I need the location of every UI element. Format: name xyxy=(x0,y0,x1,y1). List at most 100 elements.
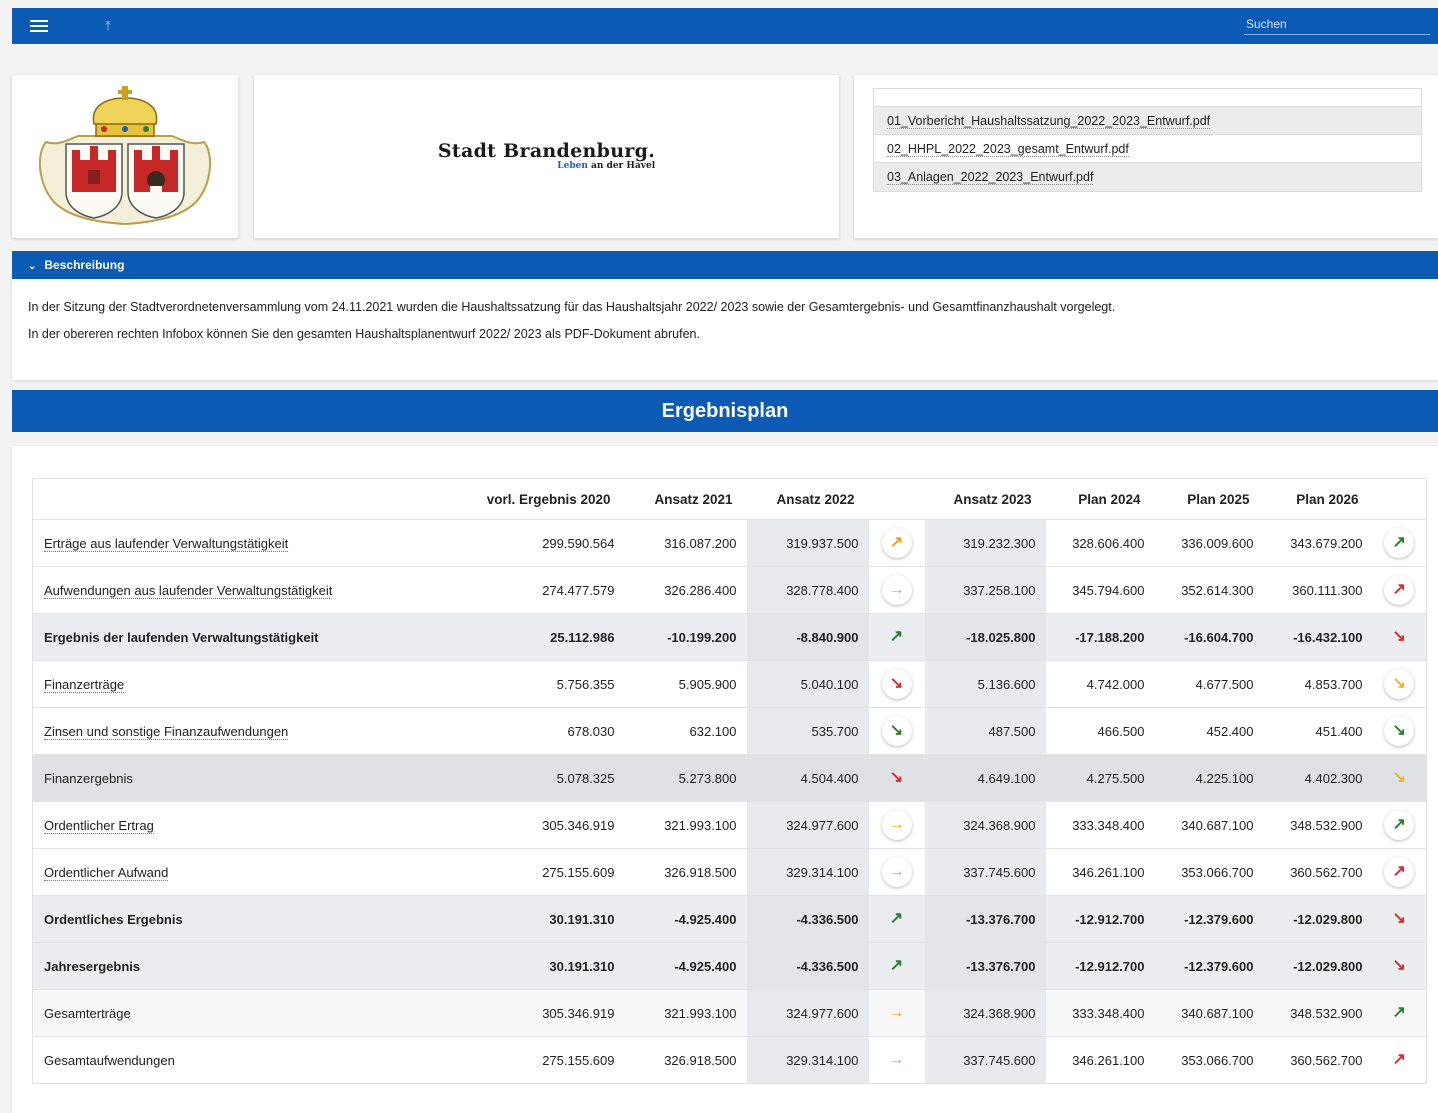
brand-tagline-highlight: Leben xyxy=(557,161,588,171)
trend-down-right-icon[interactable]: ↘ xyxy=(1384,716,1415,746)
trend-up-right-icon[interactable]: ↗ xyxy=(1384,528,1415,558)
trend-right-icon[interactable]: → xyxy=(881,857,912,887)
row-label[interactable]: Erträge aus laufender Verwaltungstätigke… xyxy=(33,520,413,567)
trend-up-right-icon[interactable]: ↗ xyxy=(1384,857,1415,887)
row-value: 348.532.900 xyxy=(1290,1005,1363,1021)
table-header-row: vorl. Ergebnis 2020 Ansatz 2021 Ansatz 2… xyxy=(33,479,1427,520)
row-value: 329.314.100 xyxy=(746,1036,869,1084)
coat-of-arms-card xyxy=(12,75,238,238)
trend-cell: → xyxy=(869,567,925,614)
chevron-down-icon: ⌄ xyxy=(28,261,37,272)
column-header-label xyxy=(33,479,413,520)
trend-down-right-icon[interactable]: ↘ xyxy=(881,669,912,699)
trend-right-icon: → xyxy=(888,1051,905,1068)
document-link[interactable]: 03_Anlagen_2022_2023_Entwurf.pdf xyxy=(874,163,1421,191)
table-row[interactable]: Finanzerträge 5.756.355 5.905.900 5.040.100… xyxy=(32,660,1427,708)
row-value: 274.477.579 xyxy=(542,582,615,598)
row-value: 346.261.100 xyxy=(1072,1052,1145,1068)
trend-up-right-icon[interactable]: ↗ xyxy=(1384,575,1415,605)
menu-icon[interactable] xyxy=(26,16,52,36)
trend-cell: ↗ xyxy=(869,614,925,661)
trend-cell: → xyxy=(869,990,925,1037)
row-value: 678.030 xyxy=(567,723,615,739)
row-value: -4.925.400 xyxy=(674,958,737,974)
row-label[interactable]: Aufwendungen aus laufender Verwaltungstä… xyxy=(33,567,413,614)
trend-cell: ↗ xyxy=(1373,520,1427,567)
top-app-bar: ⤒ xyxy=(12,8,1438,44)
row-value: 5.040.100 xyxy=(746,660,869,708)
row-value: 340.687.100 xyxy=(1181,1005,1254,1021)
city-brand-card: Stadt Brandenburg. Leben an der Havel xyxy=(254,75,839,238)
row-value: 348.532.900 xyxy=(1290,817,1363,833)
trend-cell: ↗ xyxy=(1373,567,1427,614)
row-label: Gesamterträge xyxy=(44,1005,131,1021)
row-value: 275.155.609 xyxy=(542,1052,615,1068)
trend-down-right-icon: ↘ xyxy=(889,769,904,786)
table-row[interactable]: Aufwendungen aus laufender Verwaltungstä… xyxy=(32,566,1427,614)
table-row[interactable]: Ordentlicher Ertrag 305.346.919 321.993.10… xyxy=(32,801,1427,849)
row-value: -13.376.700 xyxy=(924,942,1046,990)
row-value: 337.258.100 xyxy=(924,566,1046,614)
row-label[interactable]: Ordentlicher Ertrag xyxy=(33,802,413,849)
brand-tagline: Leben an der Havel xyxy=(438,162,655,171)
row-label[interactable]: Finanzerträge xyxy=(33,661,413,708)
row-value: 353.066.700 xyxy=(1181,864,1254,880)
row-label[interactable]: Zinsen und sonstige Finanzaufwendungen xyxy=(33,708,413,755)
row-value: -17.188.200 xyxy=(1075,629,1145,645)
documents-infobox: 01_Vorbericht_Haushaltssatzung_2022_2023… xyxy=(854,75,1438,238)
trend-cell: ↗ xyxy=(1373,1037,1427,1084)
trend-down-right-icon[interactable]: ↘ xyxy=(881,716,912,746)
row-value: -4.336.500 xyxy=(746,942,869,990)
upload-icon[interactable]: ⤒ xyxy=(98,16,118,36)
search-input[interactable] xyxy=(1244,13,1430,35)
trend-up-right-icon[interactable]: ↗ xyxy=(881,528,912,558)
brand-tagline-rest: an der Havel xyxy=(587,161,656,171)
trend-cell: ↗ xyxy=(869,896,925,943)
row-value: 343.679.200 xyxy=(1290,535,1363,551)
trend-up-right-icon[interactable]: ↗ xyxy=(1384,810,1415,840)
row-value: 324.977.600 xyxy=(746,989,869,1037)
row-value: 5.905.900 xyxy=(678,676,737,692)
trend-cell: ↗ xyxy=(869,520,925,567)
row-value: 336.009.600 xyxy=(1181,535,1254,551)
trend-right-icon[interactable]: → xyxy=(881,810,912,840)
document-link[interactable]: 01_Vorbericht_Haushaltssatzung_2022_2023… xyxy=(874,107,1421,135)
row-value: 329.314.100 xyxy=(746,848,869,896)
row-value: 316.087.200 xyxy=(664,535,737,551)
row-value: 305.346.919 xyxy=(542,1005,615,1021)
column-header: Ansatz 2022 xyxy=(776,491,855,507)
table-row[interactable]: Zinsen und sonstige Finanzaufwendungen 67… xyxy=(32,707,1427,755)
row-value: -10.199.200 xyxy=(667,629,737,645)
row-value: -4.336.500 xyxy=(746,895,869,943)
row-value: 632.100 xyxy=(689,723,737,739)
document-link[interactable]: 02_HHPL_2022_2023_gesamt_Entwurf.pdf xyxy=(874,135,1421,163)
row-label: Gesamtaufwendungen xyxy=(44,1052,175,1068)
row-value: 319.232.300 xyxy=(924,519,1046,567)
row-value: 451.400 xyxy=(1315,723,1363,739)
row-value: -16.604.700 xyxy=(1184,629,1254,645)
row-value: -16.432.100 xyxy=(1293,629,1363,645)
column-header: Plan 2026 xyxy=(1296,491,1359,507)
column-header: Ansatz 2021 xyxy=(654,491,733,507)
row-label: Ordentliches Ergebnis xyxy=(44,911,183,927)
table-row[interactable]: Erträge aus laufender Verwaltungstätigke… xyxy=(32,519,1427,567)
row-value: 360.562.700 xyxy=(1290,1052,1363,1068)
description-paragraph: In der obereren rechten Infobox können S… xyxy=(28,327,700,341)
ergebnisplan-card: vorl. Ergebnis 2020 Ansatz 2021 Ansatz 2… xyxy=(12,446,1438,1113)
row-value: 25.112.986 xyxy=(550,629,615,645)
row-value: -4.925.400 xyxy=(674,911,737,927)
section-title: Ergebnisplan xyxy=(12,390,1438,432)
row-value: 5.136.600 xyxy=(924,660,1046,708)
trend-cell: ↘ xyxy=(1373,614,1427,661)
table-row: Gesamterträge 305.346.919 321.993.100 324.9… xyxy=(32,989,1427,1037)
description-body: In der Sitzung der Stadtverordnetenversa… xyxy=(12,279,1438,380)
row-label[interactable]: Ordentlicher Aufwand xyxy=(33,849,413,896)
description-toggle[interactable]: ⌄ Beschreibung xyxy=(12,251,1438,279)
row-value: 5.756.355 xyxy=(556,676,615,692)
trend-up-right-icon: ↗ xyxy=(889,628,904,645)
table-row[interactable]: Ordentlicher Aufwand 275.155.609 326.918.5… xyxy=(32,848,1427,896)
trend-right-icon[interactable]: → xyxy=(881,575,912,605)
trend-down-right-icon: ↘ xyxy=(1392,910,1406,927)
row-value: 4.402.300 xyxy=(1304,770,1363,786)
trend-down-right-icon[interactable]: ↘ xyxy=(1384,669,1415,699)
